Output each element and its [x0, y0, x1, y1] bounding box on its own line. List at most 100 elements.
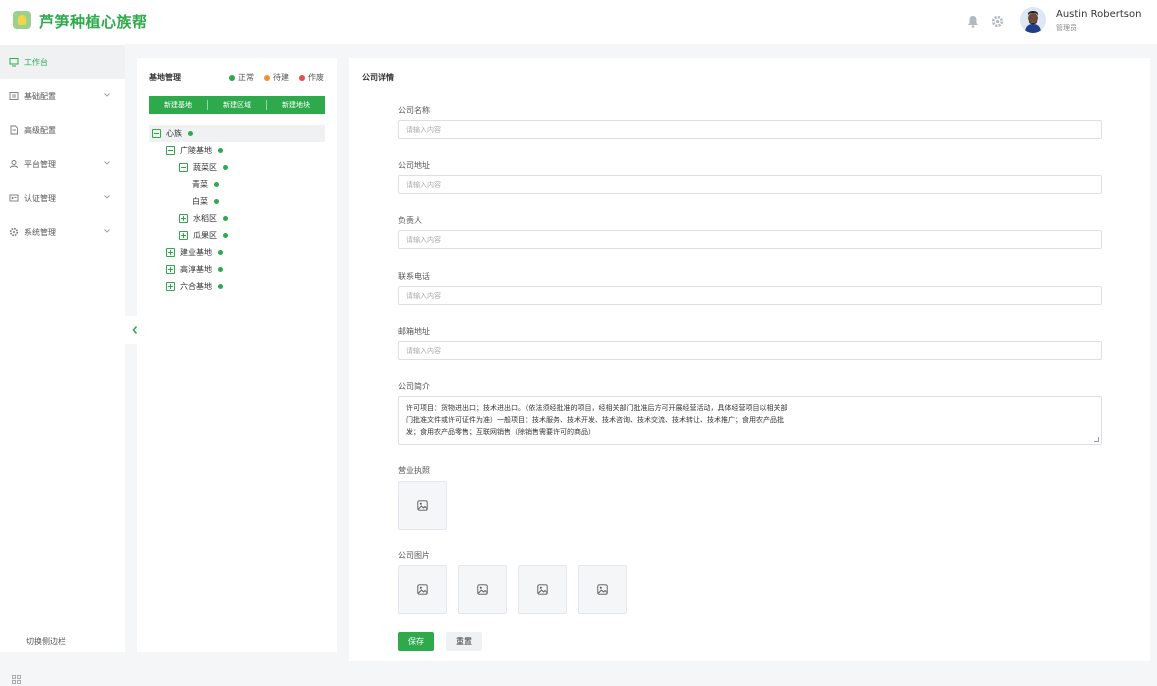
chevron-down-icon	[103, 193, 111, 201]
gear-icon[interactable]	[990, 14, 1004, 28]
status-dot	[218, 267, 223, 272]
sidebar-item-label: 系统管理	[24, 227, 56, 237]
avatar[interactable]	[1020, 7, 1046, 33]
company-address-label: 公司地址	[398, 161, 430, 170]
new-base-button[interactable]: 新建基地	[149, 100, 207, 110]
collapse-icon[interactable]	[166, 146, 175, 155]
company-intro-label: 公司简介	[398, 382, 430, 391]
company-detail-panel: 公司详情 公司名称 公司地址 负责人 联系电话 邮箱地址 公司简介 许可项目：货…	[349, 58, 1150, 661]
tree-node[interactable]: 水稻区	[179, 210, 228, 227]
settings-list-icon	[9, 91, 19, 101]
tree-node-label: 白菜	[192, 197, 208, 206]
status-dot	[218, 148, 223, 153]
email-input[interactable]	[398, 341, 1102, 360]
company-name-input[interactable]	[398, 120, 1102, 139]
sidebar: 工作台 基础配置 高级配置 平台管理 认证管理 系统管理 切换侧边栏	[0, 44, 125, 652]
user-icon	[9, 159, 19, 169]
tree-node[interactable]: 建业基地	[166, 244, 223, 261]
intro-line: 发；食用农产品零售；互联网销售（除销售需要许可的商品）	[406, 428, 595, 436]
status-dot	[223, 165, 228, 170]
legend-pending: 待建	[264, 72, 289, 83]
image-icon	[597, 584, 608, 595]
tree-node-label: 水稻区	[193, 214, 217, 223]
photo-upload[interactable]	[398, 565, 447, 614]
gear-icon	[9, 227, 19, 237]
save-button[interactable]: 保存	[398, 632, 434, 651]
tree-node-label: 青菜	[192, 180, 208, 189]
sidebar-item-system-management[interactable]: 系统管理	[0, 215, 125, 249]
intro-line: 许可项目：货物进出口；技术进出口。（依法须经批准的项目，经相关部门批准后方可开展…	[406, 404, 788, 412]
manager-input[interactable]	[398, 230, 1102, 249]
expand-icon[interactable]	[166, 265, 175, 274]
company-address-input[interactable]	[398, 175, 1102, 194]
tree-node[interactable]: 蔬菜区	[179, 159, 228, 176]
phone-label: 联系电话	[398, 272, 430, 281]
tree-node[interactable]: 广陵基地	[166, 142, 223, 159]
base-tree-panel: 基地管理 正常 待建 作废 新建基地 新建区域 新建地块 心族 广陵基地 蔬菜区…	[137, 58, 337, 652]
reset-button[interactable]: 重置	[446, 632, 482, 651]
panel-title: 基地管理	[149, 73, 181, 82]
logo-icon	[13, 11, 31, 29]
photo-upload[interactable]	[518, 565, 567, 614]
status-dot	[229, 74, 235, 81]
sidebar-item-auth-management[interactable]: 认证管理	[0, 181, 125, 215]
tree-node-label: 高淳基地	[180, 265, 212, 274]
legend-label: 正常	[238, 73, 254, 82]
tree-node-label: 建业基地	[180, 248, 212, 257]
manager-label: 负责人	[398, 216, 422, 225]
tree-node[interactable]: 青菜	[192, 176, 219, 193]
sidebar-item-workbench[interactable]: 工作台	[0, 45, 125, 79]
legend-normal: 正常	[229, 72, 254, 83]
company-intro-textarea[interactable]: 许可项目：货物进出口；技术进出口。（依法须经批准的项目，经相关部门批准后方可开展…	[398, 396, 1102, 445]
expand-icon[interactable]	[166, 282, 175, 291]
status-dot	[188, 131, 193, 136]
status-dot	[218, 284, 223, 289]
photo-upload[interactable]	[578, 565, 627, 614]
phone-input[interactable]	[398, 286, 1102, 305]
resize-handle-icon[interactable]	[1094, 437, 1099, 442]
new-area-button[interactable]: 新建区域	[208, 100, 266, 110]
company-name-label: 公司名称	[398, 106, 430, 115]
sidebar-item-label: 工作台	[24, 57, 48, 67]
sidebar-item-label: 平台管理	[24, 159, 56, 169]
sidebar-item-platform-management[interactable]: 平台管理	[0, 147, 125, 181]
tree-node[interactable]: 高淳基地	[166, 261, 223, 278]
collapse-icon[interactable]	[179, 163, 188, 172]
tree-node-root[interactable]: 心族	[149, 125, 325, 142]
app-title: 芦笋种植心族帮	[39, 13, 148, 31]
tree-node-label: 瓜果区	[193, 231, 217, 240]
new-plot-button[interactable]: 新建地块	[267, 100, 325, 110]
top-header: 芦笋种植心族帮 Austin Robertson 管理员	[0, 0, 1157, 44]
expand-icon[interactable]	[179, 231, 188, 240]
tree-node-label: 心族	[166, 129, 182, 138]
status-dot	[214, 199, 219, 204]
expand-icon[interactable]	[166, 248, 175, 257]
legend-label: 待建	[273, 73, 289, 82]
bell-icon[interactable]	[966, 14, 980, 28]
chevron-down-icon	[103, 91, 111, 99]
image-icon	[477, 584, 488, 595]
expand-icon[interactable]	[179, 214, 188, 223]
email-label: 邮箱地址	[398, 327, 430, 336]
tree-node-label: 广陵基地	[180, 146, 212, 155]
user-name[interactable]: Austin Robertson	[1056, 9, 1141, 20]
monitor-icon	[9, 57, 19, 67]
tree-node[interactable]: 瓜果区	[179, 227, 228, 244]
image-icon	[417, 584, 428, 595]
sidebar-item-advanced-config[interactable]: 高级配置	[0, 113, 125, 147]
legend-void: 作废	[299, 72, 324, 83]
apps-grid-icon[interactable]	[12, 675, 21, 684]
intro-line: 门批准文件或许可证件为准）一般项目：技术服务、技术开发、技术咨询、技术交流、技术…	[406, 416, 784, 424]
tree-node[interactable]: 白菜	[192, 193, 219, 210]
toggle-sidebar-link[interactable]: 切换侧边栏	[26, 636, 66, 647]
tree-node-label: 六合基地	[180, 282, 212, 291]
tree-node[interactable]: 六合基地	[166, 278, 223, 295]
status-dot	[223, 216, 228, 221]
document-icon	[9, 125, 19, 135]
license-upload[interactable]	[398, 481, 447, 530]
tree-node-label: 蔬菜区	[193, 163, 217, 172]
photo-upload[interactable]	[458, 565, 507, 614]
sidebar-item-basic-config[interactable]: 基础配置	[0, 79, 125, 113]
collapse-icon[interactable]	[152, 129, 161, 138]
image-icon	[417, 500, 428, 511]
